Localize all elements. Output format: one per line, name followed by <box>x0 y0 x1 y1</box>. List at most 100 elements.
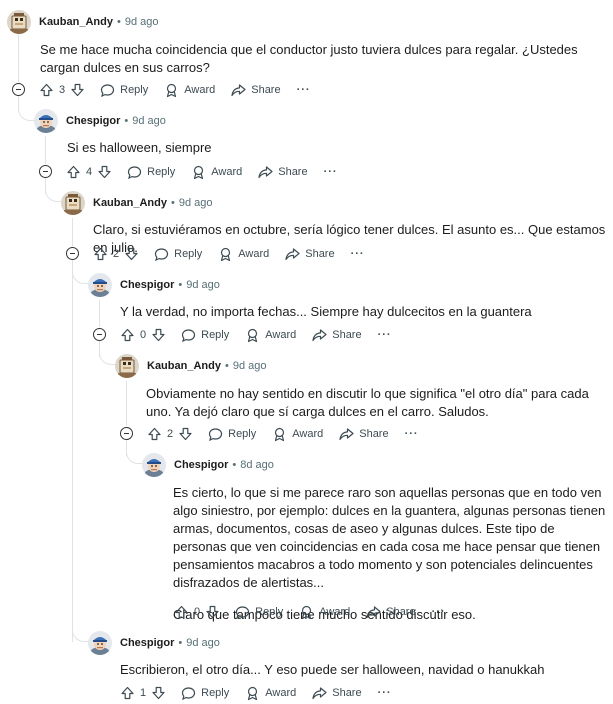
author-name[interactable]: Kauban_Andy <box>147 360 221 372</box>
share-button[interactable]: Share <box>231 83 281 98</box>
upvote-icon[interactable] <box>121 328 134 342</box>
timestamp[interactable]: 9d ago <box>132 115 166 127</box>
award-button[interactable]: Award <box>245 328 296 343</box>
vote-count: 4 <box>86 166 93 178</box>
award-button[interactable]: Award <box>164 83 215 98</box>
avatar[interactable] <box>142 453 166 477</box>
more-options-button[interactable]: ··· <box>405 428 419 440</box>
reply-button[interactable]: Reply <box>235 605 283 620</box>
timestamp[interactable]: 9d ago <box>179 197 213 209</box>
avatar[interactable] <box>88 631 112 655</box>
timestamp[interactable]: 9d ago <box>186 637 220 649</box>
share-icon <box>366 605 381 618</box>
downvote-icon[interactable] <box>152 686 165 700</box>
comment-header: Chespigor • 9d ago <box>34 109 166 133</box>
more-options-button[interactable]: ··· <box>324 166 338 178</box>
upvote-icon[interactable] <box>40 83 53 97</box>
upvote-icon[interactable] <box>175 605 188 619</box>
reply-icon <box>182 328 196 342</box>
more-options-button[interactable]: ··· <box>378 687 392 699</box>
separator-dot: • <box>116 16 121 28</box>
award-label: Award <box>319 606 351 618</box>
downvote-icon[interactable] <box>206 605 219 619</box>
timestamp[interactable]: 9d ago <box>186 279 220 291</box>
vote-count: 3 <box>59 84 66 96</box>
separator-dot: • <box>170 197 175 209</box>
collapse-button[interactable] <box>93 328 106 341</box>
share-button[interactable]: Share <box>312 686 362 701</box>
award-button[interactable]: Award <box>218 247 269 262</box>
timestamp[interactable]: 8d ago <box>240 459 274 471</box>
comment-body: Y la verdad, no importa fechas... Siempr… <box>120 303 613 321</box>
award-button[interactable]: Award <box>191 165 242 180</box>
share-icon <box>312 328 327 341</box>
more-options-button[interactable]: ··· <box>351 248 365 260</box>
reply-icon <box>101 83 115 97</box>
author-name[interactable]: Chespigor <box>120 279 174 291</box>
share-button[interactable]: Share <box>366 605 416 620</box>
reply-button[interactable]: Reply <box>154 247 202 262</box>
avatar[interactable] <box>34 109 58 133</box>
share-label: Share <box>386 606 416 618</box>
author-name[interactable]: Kauban_Andy <box>39 16 113 28</box>
share-icon <box>339 427 354 440</box>
avatar[interactable] <box>7 10 31 34</box>
reply-button[interactable]: Reply <box>100 83 148 98</box>
avatar[interactable] <box>88 273 112 297</box>
share-icon <box>231 83 246 96</box>
upvote-icon[interactable] <box>67 165 80 179</box>
avatar[interactable] <box>115 354 139 378</box>
thread-connector <box>126 446 143 464</box>
more-options-button[interactable]: ··· <box>297 84 311 96</box>
reply-icon <box>209 427 223 441</box>
share-label: Share <box>305 248 335 260</box>
author-name[interactable]: Chespigor <box>120 637 174 649</box>
award-button[interactable]: Award <box>245 686 296 701</box>
downvote-icon[interactable] <box>71 83 84 97</box>
award-button[interactable]: Award <box>299 605 350 620</box>
collapse-button[interactable] <box>39 165 52 178</box>
comment-text: Si es halloween, siempre <box>67 140 212 155</box>
author-name[interactable]: Chespigor <box>174 459 228 471</box>
comment-text: Se me hace mucha coincidencia que el con… <box>40 42 578 75</box>
downvote-icon[interactable] <box>179 427 192 441</box>
upvote-icon[interactable] <box>121 686 134 700</box>
thread-connector <box>99 347 116 365</box>
reply-button[interactable]: Reply <box>181 686 229 701</box>
vote-group: 2 <box>148 427 192 441</box>
comment-header: Chespigor • 8d ago <box>142 453 274 477</box>
avatar[interactable] <box>61 191 85 215</box>
comment-header: Chespigor • 9d ago <box>88 631 220 655</box>
comment-text: Y la verdad, no importa fechas... Siempr… <box>120 304 532 319</box>
upvote-icon[interactable] <box>94 247 107 261</box>
comment-actions: 1 Reply Award Share ··· <box>121 683 392 703</box>
more-options-button[interactable]: ··· <box>432 606 446 618</box>
share-button[interactable]: Share <box>258 165 308 180</box>
share-button[interactable]: Share <box>312 328 362 343</box>
collapse-button[interactable] <box>66 247 79 260</box>
thread-line[interactable] <box>72 260 73 642</box>
collapse-button[interactable] <box>120 427 133 440</box>
author-name[interactable]: Chespigor <box>66 115 120 127</box>
reply-label: Reply <box>228 428 257 440</box>
collapse-button[interactable] <box>12 83 25 96</box>
vote-group: 1 <box>121 686 165 700</box>
reply-button[interactable]: Reply <box>127 165 175 180</box>
upvote-icon[interactable] <box>148 427 161 441</box>
downvote-icon[interactable] <box>125 247 138 261</box>
more-options-button[interactable]: ··· <box>378 329 392 341</box>
award-button[interactable]: Award <box>272 427 323 442</box>
award-icon <box>248 686 258 700</box>
downvote-icon[interactable] <box>98 165 111 179</box>
share-button[interactable]: Share <box>285 247 335 262</box>
comment-text: Escribieron, el otro día... Y eso puede … <box>120 662 545 677</box>
reply-icon <box>155 247 169 261</box>
timestamp[interactable]: 9d ago <box>233 360 267 372</box>
share-button[interactable]: Share <box>339 427 389 442</box>
timestamp[interactable]: 9d ago <box>125 16 159 28</box>
author-name[interactable]: Kauban_Andy <box>93 197 167 209</box>
reply-icon <box>128 165 142 179</box>
reply-button[interactable]: Reply <box>208 427 256 442</box>
downvote-icon[interactable] <box>152 328 165 342</box>
reply-button[interactable]: Reply <box>181 328 229 343</box>
